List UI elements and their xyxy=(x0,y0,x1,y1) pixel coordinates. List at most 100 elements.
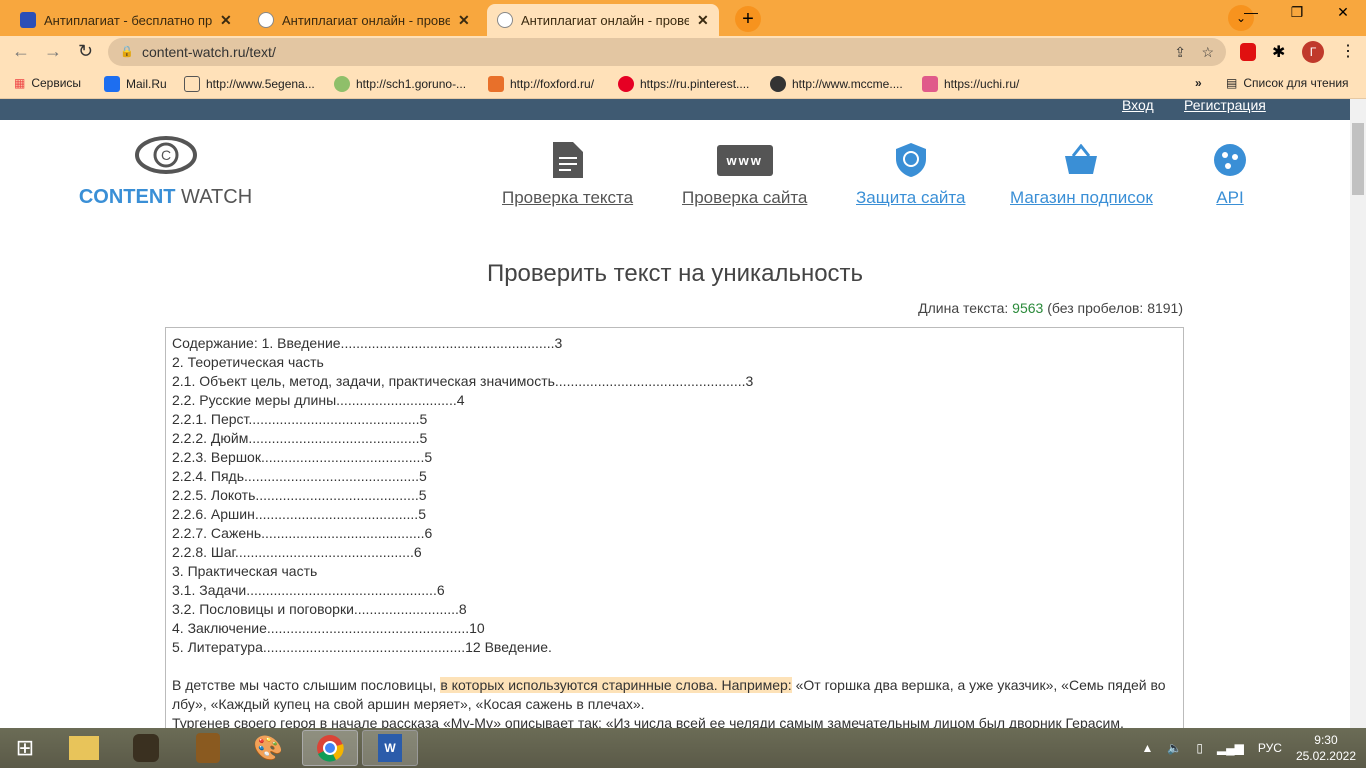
text-line: 2. Теоретическая часть xyxy=(172,354,324,370)
forward-button[interactable]: → xyxy=(44,41,62,62)
close-icon[interactable]: ✕ xyxy=(458,12,470,29)
minimize-button[interactable]: — xyxy=(1228,0,1274,28)
text-line: 2.2.2. Дюйм.............................… xyxy=(172,430,428,446)
taskbar-doc-reader[interactable] xyxy=(180,730,236,766)
taskbar-chrome[interactable] xyxy=(302,730,358,766)
text-line: 3. Практическая часть xyxy=(172,563,318,579)
bookmark-star-icon[interactable]: ☆ xyxy=(1201,38,1214,66)
login-link[interactable]: Вход xyxy=(1122,97,1154,113)
more-bookmarks[interactable]: » xyxy=(1195,76,1202,90)
close-icon[interactable]: ✕ xyxy=(220,12,232,29)
bookmark-5egena[interactable]: http://www.5egena... xyxy=(184,76,315,92)
address-bar[interactable]: 🔒 content-watch.ru/text/ ⇪ ☆ xyxy=(108,38,1226,66)
mail-icon xyxy=(104,76,120,92)
word-icon: W xyxy=(378,734,402,762)
www-icon: www xyxy=(716,144,773,176)
profile-avatar[interactable]: Г xyxy=(1302,41,1324,63)
bookmark-sch1[interactable]: http://sch1.goruno-... xyxy=(334,76,466,92)
nav-shop[interactable]: Магазин подписок xyxy=(1010,140,1153,208)
text-line: 2.1. Объект цель, метод, задачи, практич… xyxy=(172,373,754,389)
text-line: 2.2. Русские меры длины.................… xyxy=(172,392,465,408)
bookmark-mailru[interactable]: Mail.Ru xyxy=(104,76,167,92)
back-button[interactable]: ← xyxy=(12,41,30,62)
battery-icon[interactable]: ▯ xyxy=(1196,741,1203,755)
taskbar-speaker[interactable] xyxy=(118,730,174,766)
lock-icon: 🔒 xyxy=(120,46,134,58)
reload-button[interactable]: ↻ xyxy=(78,41,93,62)
toolbar: ← → ↻ 🔒 content-watch.ru/text/ ⇪ ☆ ✱ Г ⋮ xyxy=(0,36,1366,68)
register-link[interactable]: Регистрация xyxy=(1184,97,1266,113)
nav-protect-site[interactable]: Защита сайта xyxy=(856,140,965,208)
monitor-icon xyxy=(20,12,36,28)
text-line: 2.2.7. Сажень...........................… xyxy=(172,525,433,541)
start-button[interactable]: ⊞ xyxy=(0,730,50,766)
text-input-area[interactable]: Содержание: 1. Введение.................… xyxy=(165,327,1184,747)
text-length: Длина текста: 9563 (без пробелов: 8191) xyxy=(918,300,1183,316)
system-tray: ▲ 🔈 ▯ ▂▄▆ РУС 9:30 25.02.2022 xyxy=(1141,728,1356,768)
bookmark-uchi[interactable]: https://uchi.ru/ xyxy=(922,76,1019,92)
text-line: 2.2.3. Вершок...........................… xyxy=(172,449,433,465)
show-hidden-icons[interactable]: ▲ xyxy=(1141,741,1153,755)
page-title: Проверить текст на уникальность xyxy=(486,260,864,287)
extension-icon[interactable] xyxy=(1240,43,1256,61)
apps-grid-icon: ▦ xyxy=(14,76,26,90)
chrome-icon xyxy=(317,735,344,762)
m-icon xyxy=(184,76,200,92)
tab-strip: Антиплагиат - бесплатно прове✕ Антиплаги… xyxy=(0,0,1366,36)
scrollbar-thumb[interactable] xyxy=(1352,123,1364,195)
shield-icon xyxy=(895,143,926,177)
text-line: 2.2.1. Перст............................… xyxy=(172,411,428,427)
bookmarks-bar: ▦ Сервисы Mail.Ru http://www.5egena... ht… xyxy=(0,68,1366,99)
language-indicator[interactable]: РУС xyxy=(1258,741,1282,755)
pinterest-icon xyxy=(618,76,634,92)
taskbar-explorer[interactable] xyxy=(56,730,112,766)
basket-icon xyxy=(1065,144,1098,174)
bookmark-pinterest[interactable]: https://ru.pinterest.... xyxy=(618,76,749,92)
api-icon xyxy=(1214,144,1246,176)
nav-api[interactable]: API xyxy=(1214,140,1246,208)
text-line: 4. Заключение...........................… xyxy=(172,620,485,636)
scrollbar[interactable] xyxy=(1350,99,1366,728)
tab-2[interactable]: Антиплагиат онлайн - проверит✕ xyxy=(248,4,480,36)
paragraph: В детстве мы часто слышим пословицы, в к… xyxy=(172,677,1166,712)
maximize-button[interactable]: ❐ xyxy=(1274,0,1320,28)
site-header-bar: Вход Регистрация xyxy=(0,97,1350,120)
copyright-icon xyxy=(258,12,274,28)
menu-icon[interactable]: ⋮ xyxy=(1340,41,1356,61)
taskbar-paint[interactable]: 🎨 xyxy=(240,730,296,766)
share-icon[interactable]: ⇪ xyxy=(1174,38,1186,66)
puzzle-icon[interactable]: ✱ xyxy=(1272,42,1285,62)
text-line: 2.2.4. Пядь.............................… xyxy=(172,468,427,484)
copyright-icon xyxy=(497,12,513,28)
tab-3-active[interactable]: Антиплагиат онлайн - проверит✕ xyxy=(487,4,719,36)
nav-check-site[interactable]: www Проверка сайта xyxy=(682,140,807,208)
reading-list[interactable]: ▤ Список для чтения xyxy=(1226,76,1349,90)
volume-icon[interactable]: 🔈 xyxy=(1167,741,1182,755)
text-line: 2.2.5. Локоть...........................… xyxy=(172,487,427,503)
uchi-icon xyxy=(922,76,938,92)
text-line: 3.2. Пословицы и поговорки..............… xyxy=(172,601,467,617)
fox-icon xyxy=(488,76,504,92)
school-icon xyxy=(334,76,350,92)
highlighted-match: в которых используются старинные слова. … xyxy=(440,677,792,693)
nav-check-text[interactable]: Проверка текста xyxy=(502,140,633,208)
reading-list-icon: ▤ xyxy=(1226,76,1238,90)
svg-text:C: C xyxy=(160,147,170,163)
close-icon[interactable]: ✕ xyxy=(697,12,709,29)
document-icon xyxy=(552,142,583,178)
eye-copyright-icon: C xyxy=(134,136,197,174)
bookmark-services[interactable]: ▦ Сервисы xyxy=(14,76,81,90)
text-line: 2.2.8. Шаг..............................… xyxy=(172,544,422,560)
logo[interactable]: C CONTENT WATCH xyxy=(78,135,253,209)
bookmark-mccme[interactable]: http://www.mccme.... xyxy=(770,76,903,92)
new-tab-button[interactable]: + xyxy=(735,6,761,32)
clock[interactable]: 9:30 25.02.2022 xyxy=(1296,732,1356,764)
signal-icon[interactable]: ▂▄▆ xyxy=(1217,741,1244,755)
taskbar: ⊞ 🎨 W ▲ 🔈 ▯ ▂▄▆ РУС 9:30 25.02.2022 xyxy=(0,728,1366,768)
text-line: 3.1. Задачи.............................… xyxy=(172,582,445,598)
tab-1[interactable]: Антиплагиат - бесплатно прове✕ xyxy=(10,4,242,36)
close-window-button[interactable]: ✕ xyxy=(1320,0,1366,28)
bookmark-foxford[interactable]: http://foxford.ru/ xyxy=(488,76,594,92)
taskbar-word[interactable]: W xyxy=(362,730,418,766)
globe-icon xyxy=(770,76,786,92)
